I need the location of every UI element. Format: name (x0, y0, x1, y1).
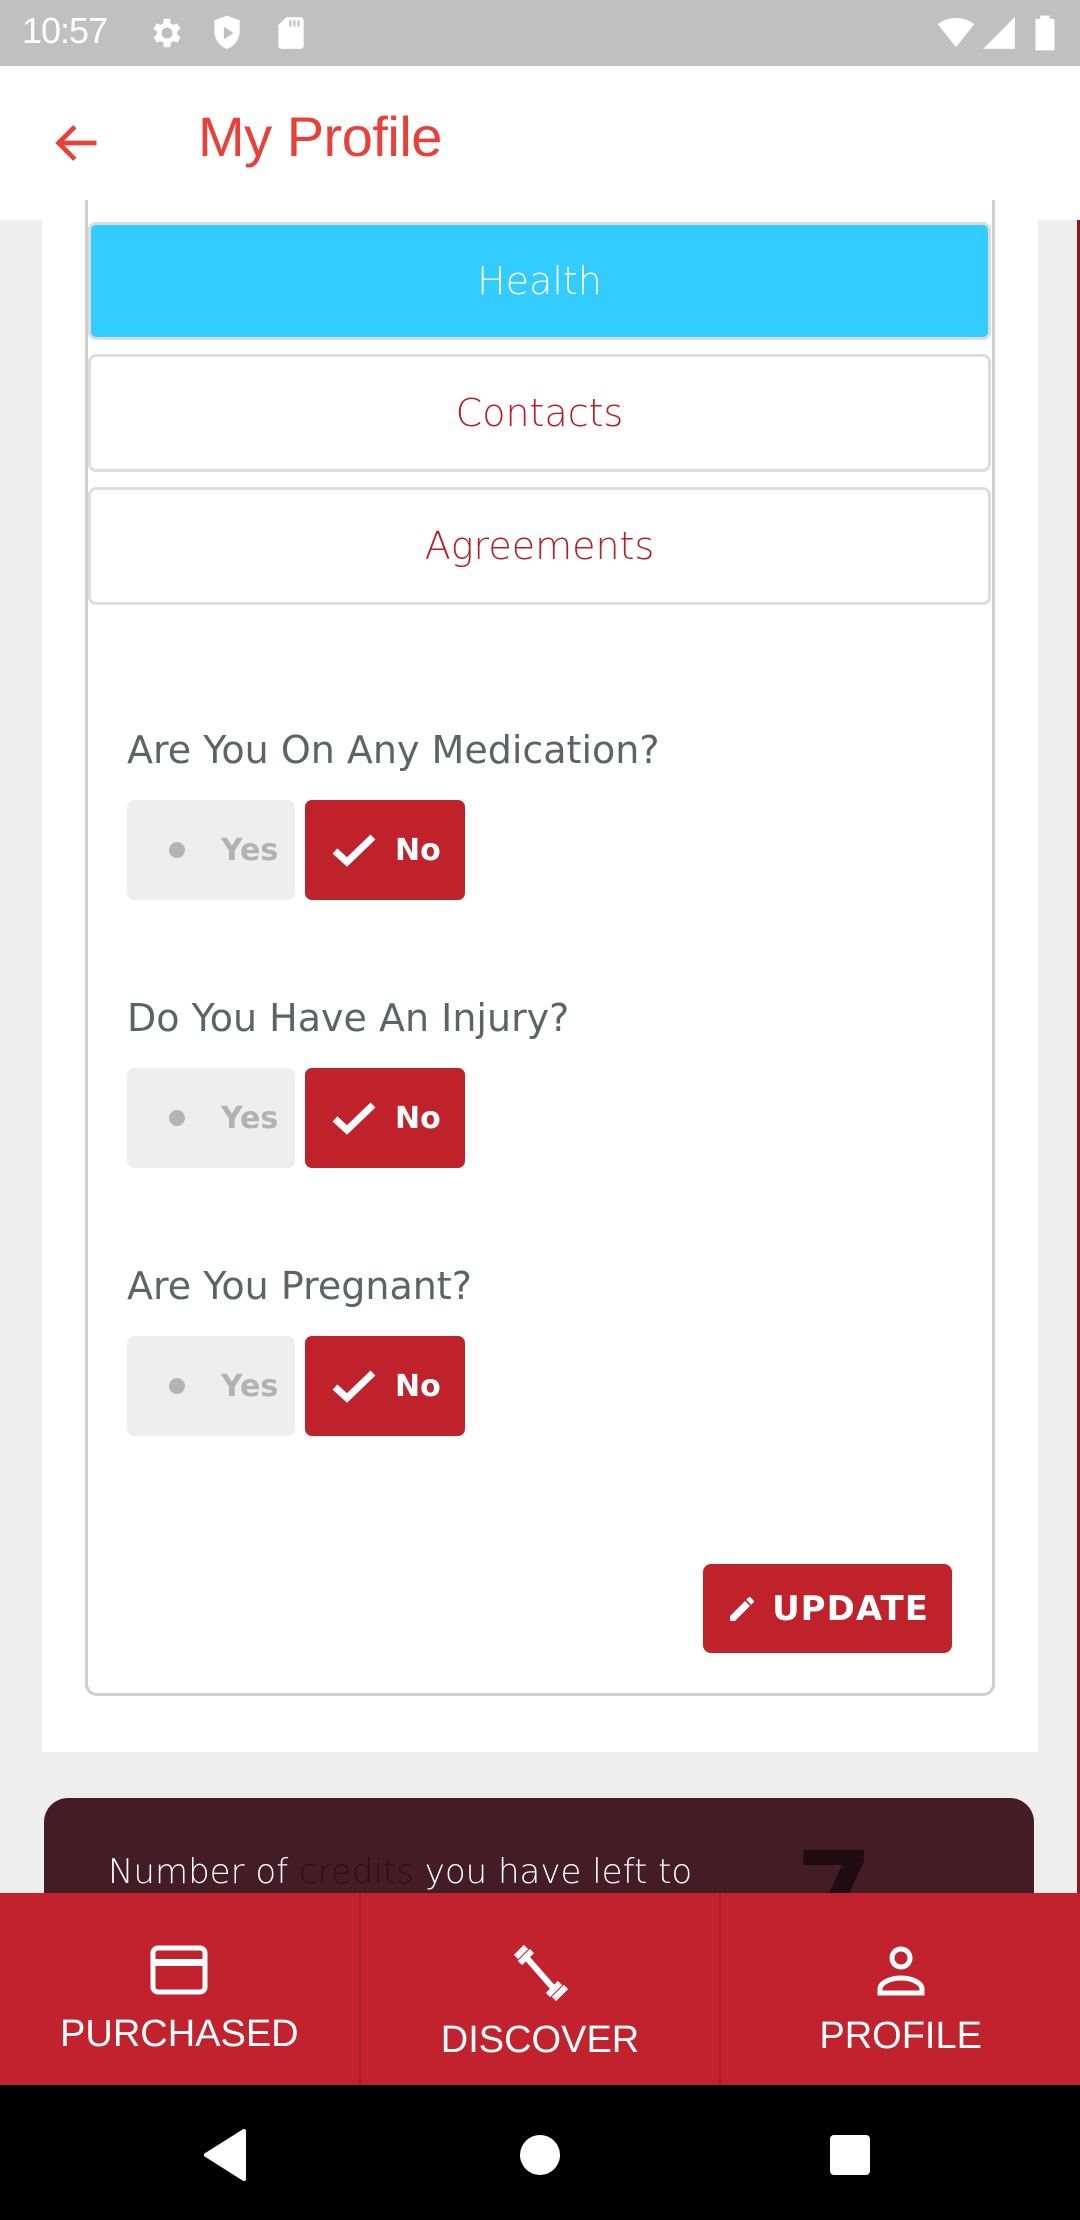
option-label: Yes (221, 832, 279, 868)
page-title: My Profile (198, 105, 442, 168)
back-triangle-icon (204, 2129, 246, 2181)
radio-dot-icon (169, 842, 185, 858)
checkmark-icon (332, 1102, 376, 1135)
injury-yes-option[interactable]: Yes (127, 1068, 295, 1168)
dumbbell-icon (513, 1945, 568, 2001)
medication-yes-option[interactable]: Yes (127, 800, 295, 900)
credits-text-before: Number of (108, 1852, 299, 1892)
signal-icon (983, 17, 1015, 49)
system-nav-bar (0, 2085, 1080, 2220)
back-button[interactable] (40, 106, 114, 180)
system-back-button[interactable] (186, 2115, 266, 2195)
update-button[interactable]: UPDATE (703, 1564, 952, 1653)
checkmark-icon (332, 1370, 376, 1403)
battery-icon (1035, 15, 1055, 51)
play-shield-icon (214, 15, 240, 49)
nav-label: PROFILE (819, 2015, 982, 2057)
nav-label: DISCOVER (440, 2019, 640, 2061)
recents-square-icon (830, 2135, 870, 2175)
person-icon (877, 1946, 925, 1996)
credits-text-after: you have left to (413, 1852, 693, 1892)
gear-icon (153, 18, 181, 48)
question-medication: Are You On Any Medication? (127, 728, 660, 772)
option-label: No (395, 832, 441, 868)
nav-purchased[interactable]: PURCHASED (0, 1893, 359, 2085)
question-pregnant: Are You Pregnant? (127, 1264, 472, 1308)
medication-no-option[interactable]: No (305, 800, 465, 900)
status-time: 10:57 (22, 10, 108, 51)
tab-agreements[interactable]: Agreements (88, 487, 991, 605)
option-label: Yes (221, 1368, 279, 1404)
nav-discover[interactable]: DISCOVER (358, 1893, 720, 2085)
arrow-left-icon (55, 125, 97, 161)
system-home-button[interactable] (500, 2115, 580, 2195)
credits-highlight: credits (298, 1852, 414, 1892)
nav-label: PURCHASED (60, 2013, 299, 2055)
radio-dot-icon (169, 1110, 185, 1126)
option-label: No (395, 1100, 441, 1136)
home-circle-icon (520, 2135, 560, 2175)
credit-card-icon (150, 1945, 208, 1995)
pregnant-yes-option[interactable]: Yes (127, 1336, 295, 1436)
status-bar: 10:57 (0, 0, 1080, 66)
update-label: UPDATE (772, 1588, 929, 1629)
pregnant-no-option[interactable]: No (305, 1336, 465, 1436)
sd-card-icon (278, 17, 304, 49)
pencil-icon (730, 1596, 755, 1621)
radio-dot-icon (169, 1378, 185, 1394)
credits-text: Number of credits you have left to (108, 1852, 692, 1892)
option-label: Yes (221, 1100, 279, 1136)
checkmark-icon (332, 834, 376, 867)
option-label: No (395, 1368, 441, 1404)
tab-contacts[interactable]: Contacts (88, 354, 991, 472)
wifi-icon (937, 17, 975, 48)
tab-health[interactable]: Health (88, 222, 991, 340)
injury-no-option[interactable]: No (305, 1068, 465, 1168)
system-recents-button[interactable] (810, 2115, 890, 2195)
bottom-nav: PURCHASED DISCOVER PROFILE (0, 1893, 1080, 2085)
nav-profile[interactable]: PROFILE (719, 1893, 1080, 2085)
question-injury: Do You Have An Injury? (127, 996, 570, 1040)
app-bar: My Profile (0, 66, 1080, 220)
